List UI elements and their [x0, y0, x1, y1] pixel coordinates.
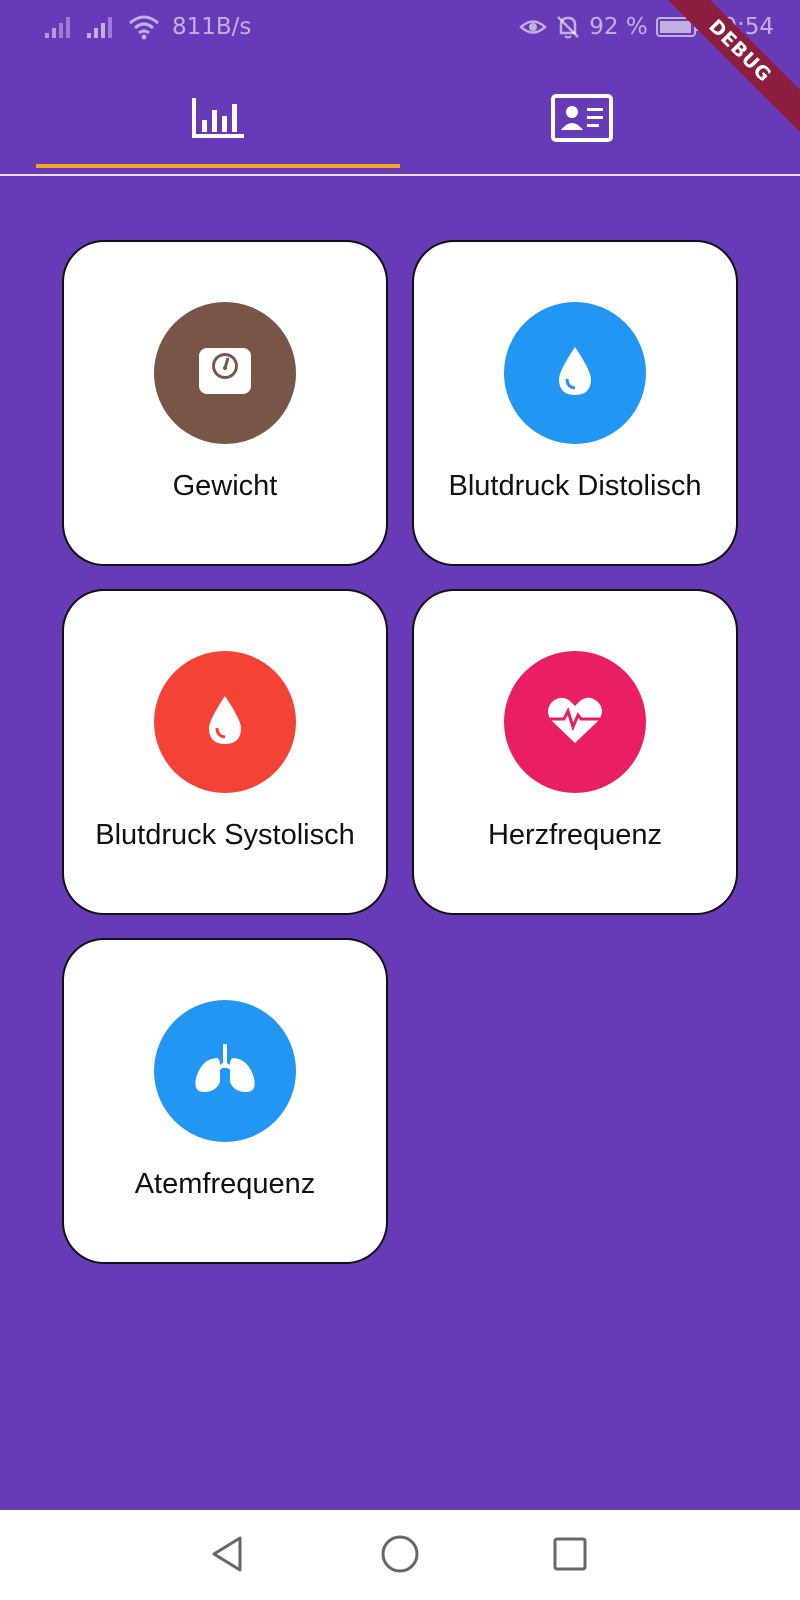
eye-icon	[519, 16, 548, 38]
tile-blutdruck-systolisch[interactable]: Blutdruck Systolisch	[62, 589, 388, 915]
scale-icon	[197, 346, 253, 401]
tile-icon-circle	[504, 302, 646, 444]
home-button[interactable]	[376, 1532, 424, 1580]
home-circle-icon	[380, 1534, 420, 1579]
signal-icon	[44, 15, 74, 39]
wifi-icon	[128, 14, 160, 40]
back-button[interactable]	[204, 1532, 252, 1580]
system-nav-bar	[0, 1510, 800, 1600]
recents-square-icon	[550, 1534, 590, 1579]
clock: 10:54	[707, 14, 774, 40]
water-drop-icon	[555, 345, 595, 402]
battery-percent: 92 %	[589, 14, 648, 40]
tile-icon-circle	[154, 302, 296, 444]
tile-icon-circle	[154, 651, 296, 793]
tile-herzfrequenz[interactable]: Herzfrequenz	[412, 589, 738, 915]
recents-button[interactable]	[546, 1532, 594, 1580]
bar-chart-icon	[190, 96, 246, 145]
lungs-icon	[192, 1042, 258, 1101]
status-left: 811B/s	[44, 14, 251, 40]
back-triangle-icon	[208, 1534, 248, 1579]
tile-label: Blutdruck Distolisch	[448, 470, 702, 502]
bell-off-icon	[555, 14, 581, 40]
tile-label: Herzfrequenz	[487, 819, 663, 851]
signal-icon	[86, 15, 116, 39]
tab-indicator	[36, 164, 400, 168]
tile-label: Atemfrequenz	[134, 1168, 316, 1200]
tile-blutdruck-distolisch[interactable]: Blutdruck Distolisch	[412, 240, 738, 566]
tile-label: Gewicht	[172, 470, 278, 502]
tab-bar	[0, 70, 800, 176]
tab-divider	[0, 174, 800, 176]
tile-gewicht[interactable]: Gewicht	[62, 240, 388, 566]
tile-label: Blutdruck Systolisch	[95, 819, 355, 851]
tile-icon-circle	[154, 1000, 296, 1142]
network-speed: 811B/s	[172, 14, 252, 40]
tab-profile[interactable]	[400, 70, 764, 170]
battery-icon	[655, 16, 700, 38]
tile-atemfrequenz[interactable]: Atemfrequenz	[62, 938, 388, 1264]
status-bar: 811B/s 92 % 10:54	[0, 0, 800, 56]
heart-pulse-icon	[546, 695, 604, 750]
id-card-icon	[551, 93, 613, 147]
tab-statistics[interactable]	[36, 70, 400, 170]
water-drop-icon	[205, 694, 245, 751]
status-right: 92 % 10:54	[519, 14, 774, 40]
tile-icon-circle	[504, 651, 646, 793]
